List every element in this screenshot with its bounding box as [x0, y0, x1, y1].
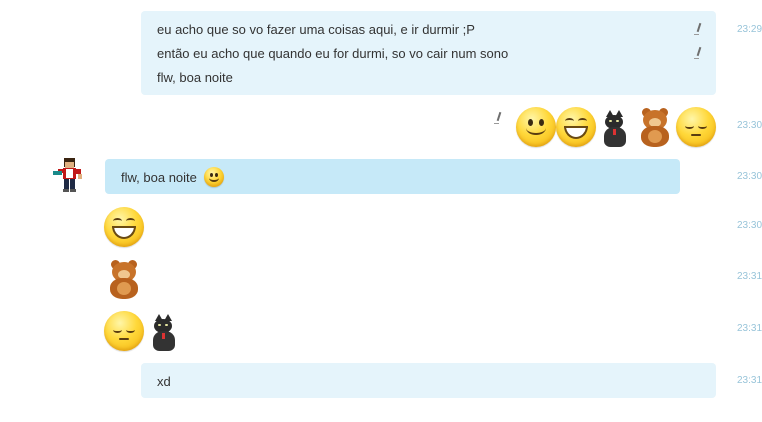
- bear-icon: [106, 258, 142, 300]
- timestamp: 23:30: [737, 220, 762, 231]
- sleepy-icon: [676, 107, 716, 147]
- smile-icon: [516, 107, 556, 147]
- smile-icon: [204, 167, 224, 187]
- timestamp: 23:31: [737, 271, 762, 282]
- timestamp: 23:31: [737, 323, 762, 334]
- edited-pencil-icon[interactable]: [694, 23, 702, 35]
- timestamp: 23:29: [737, 24, 762, 35]
- timestamp: 23:31: [737, 375, 762, 386]
- timestamp: 23:30: [737, 120, 762, 131]
- grin-icon: [104, 207, 144, 247]
- grin-icon: [556, 107, 596, 147]
- cat-icon: [150, 314, 178, 352]
- timestamp: 23:30: [737, 171, 762, 182]
- cat-icon: [601, 110, 629, 148]
- contact-avatar[interactable]: [52, 157, 84, 193]
- edited-pencil-icon[interactable]: [694, 47, 702, 59]
- message-text: xd: [157, 374, 171, 389]
- message-text: flw, boa noite: [121, 170, 197, 185]
- message-line-1: eu acho que so vo fazer uma coisas aqui,…: [157, 22, 475, 37]
- outgoing-message: xd: [141, 363, 716, 398]
- sleepy-icon: [104, 311, 144, 351]
- incoming-message: flw, boa noite: [105, 159, 680, 194]
- message-line-3: flw, boa noite: [157, 70, 233, 85]
- message-line-2: então eu acho que quando eu for durmi, s…: [157, 46, 509, 61]
- edited-pencil-icon[interactable]: [494, 112, 502, 124]
- outgoing-message-block: eu acho que so vo fazer uma coisas aqui,…: [141, 11, 716, 95]
- bear-icon: [637, 106, 673, 148]
